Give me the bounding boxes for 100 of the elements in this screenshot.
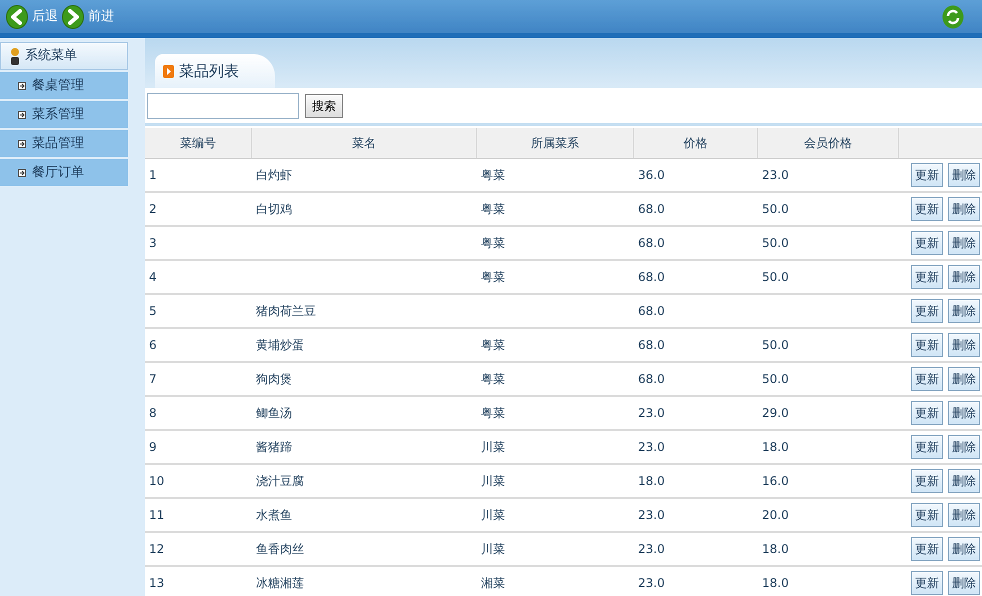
table-cell-text: 50.0: [762, 337, 789, 354]
table-cell-text: 18.0: [638, 473, 665, 490]
update-button[interactable]: 更新: [911, 401, 943, 425]
table-cell-text: 29.0: [762, 405, 789, 422]
table-cell-text: 50.0: [762, 201, 789, 218]
table-cell-text: 36.0: [638, 167, 665, 184]
table-cell-text: 鲫鱼汤: [256, 405, 292, 422]
column-header: 所属菜系: [477, 128, 634, 158]
table-cell-text: 粤菜: [481, 235, 505, 252]
table-cell-text: 5: [149, 303, 157, 320]
update-button[interactable]: 更新: [911, 537, 943, 561]
table-cell-text: 23.0: [638, 575, 665, 592]
table-cell-text: 6: [149, 337, 157, 354]
update-button[interactable]: 更新: [911, 571, 943, 595]
sidebar-title: 系统菜单: [25, 47, 77, 66]
delete-button[interactable]: 删除: [948, 401, 980, 425]
update-button[interactable]: 更新: [911, 197, 943, 221]
table-cell-text: 川菜: [481, 473, 505, 490]
table-cell-text: 50.0: [762, 371, 789, 388]
table-cell-text: 粤菜: [481, 337, 505, 354]
table-cell-text: 7: [149, 371, 157, 388]
table-cell-text: 68.0: [638, 371, 665, 388]
update-button[interactable]: 更新: [911, 367, 943, 391]
table-cell-text: 13: [149, 575, 164, 592]
sidebar-item[interactable]: 菜系管理: [0, 101, 128, 128]
delete-button[interactable]: 删除: [948, 299, 980, 323]
expand-icon: [18, 110, 26, 118]
table-cell-text: 68.0: [638, 201, 665, 218]
table-cell-text: 湘菜: [481, 575, 505, 592]
table-cell-text: 12: [149, 541, 164, 558]
table-cell-text: 酱猪蹄: [256, 439, 292, 456]
table-cell-text: 冰糖湘莲: [256, 575, 304, 592]
table-cell-text: 鱼香肉丝: [256, 541, 304, 558]
delete-button[interactable]: 删除: [948, 197, 980, 221]
table-cell-text: 68.0: [638, 269, 665, 286]
table-cell-text: 3: [149, 235, 157, 252]
delete-button[interactable]: 删除: [948, 333, 980, 357]
search-button[interactable]: 搜索: [305, 94, 343, 118]
update-button[interactable]: 更新: [911, 163, 943, 187]
delete-button[interactable]: 删除: [948, 367, 980, 391]
update-button[interactable]: 更新: [911, 503, 943, 527]
expand-icon: [18, 168, 26, 176]
column-header: 会员价格: [758, 128, 899, 158]
update-button[interactable]: 更新: [911, 231, 943, 255]
table-cell-text: 浇汁豆腐: [256, 473, 304, 490]
table-cell-text: 川菜: [481, 439, 505, 456]
sidebar-item[interactable]: 菜品管理: [0, 130, 128, 157]
delete-button[interactable]: 删除: [948, 265, 980, 289]
table-cell-text: 23.0: [638, 439, 665, 456]
table-cell-text: 23.0: [638, 507, 665, 524]
table-cell-text: 粤菜: [481, 201, 505, 218]
update-button[interactable]: 更新: [911, 265, 943, 289]
table-cell-text: 水煮鱼: [256, 507, 292, 524]
update-button[interactable]: 更新: [911, 299, 943, 323]
delete-button[interactable]: 删除: [948, 503, 980, 527]
table-cell-text: 8: [149, 405, 157, 422]
delete-button[interactable]: 删除: [948, 435, 980, 459]
expand-icon: [18, 140, 26, 148]
table-cell-text: 粤菜: [481, 405, 505, 422]
table-cell-text: 50.0: [762, 269, 789, 286]
search-field[interactable]: [147, 92, 299, 118]
sidebar-item[interactable]: 餐桌管理: [0, 72, 128, 99]
refresh-icon[interactable]: [942, 4, 964, 28]
table-cell-text: 川菜: [481, 507, 505, 524]
table-cell-text: 粤菜: [481, 167, 505, 184]
table-cell-text: 2: [149, 201, 157, 218]
update-button[interactable]: 更新: [911, 469, 943, 493]
table-cell-text: 18.0: [762, 575, 789, 592]
table-cell-text: 18.0: [762, 439, 789, 456]
table-cell-text: 11: [149, 507, 164, 524]
table-cell-text: 1: [149, 167, 157, 184]
expand-icon: [18, 82, 26, 90]
update-button[interactable]: 更新: [911, 435, 943, 459]
table-cell-text: 23.0: [762, 167, 789, 184]
table-cell-text: 68.0: [638, 337, 665, 354]
table-cell-text: 50.0: [762, 235, 789, 252]
table-cell-text: 粤菜: [481, 371, 505, 388]
delete-button[interactable]: 删除: [948, 163, 980, 187]
column-header: 菜编号: [145, 128, 252, 158]
list-tab[interactable]: 菜品列表: [155, 54, 275, 88]
table-cell-text: 川菜: [481, 541, 505, 558]
table-cell-text: 23.0: [638, 405, 665, 422]
delete-button[interactable]: 删除: [948, 469, 980, 493]
table-cell-text: 猪肉荷兰豆: [256, 303, 316, 320]
table-cell-text: 68.0: [638, 235, 665, 252]
table-cell-text: 4: [149, 269, 157, 286]
table-cell-text: 狗肉煲: [256, 371, 292, 388]
table-cell-text: 16.0: [762, 473, 789, 490]
update-button[interactable]: 更新: [911, 333, 943, 357]
column-header: 价格: [634, 128, 758, 158]
table-cell-text: 23.0: [638, 541, 665, 558]
table-cell-text: 白灼虾: [256, 167, 292, 184]
table-cell-text: 68.0: [638, 303, 665, 320]
sidebar-item[interactable]: 餐厅订单: [0, 159, 128, 186]
delete-button[interactable]: 删除: [948, 571, 980, 595]
table-cell-text: 黄埔炒蛋: [256, 337, 304, 354]
column-header: 菜名: [252, 128, 477, 158]
table-cell-text: 10: [149, 473, 164, 490]
delete-button[interactable]: 删除: [948, 231, 980, 255]
delete-button[interactable]: 删除: [948, 537, 980, 561]
